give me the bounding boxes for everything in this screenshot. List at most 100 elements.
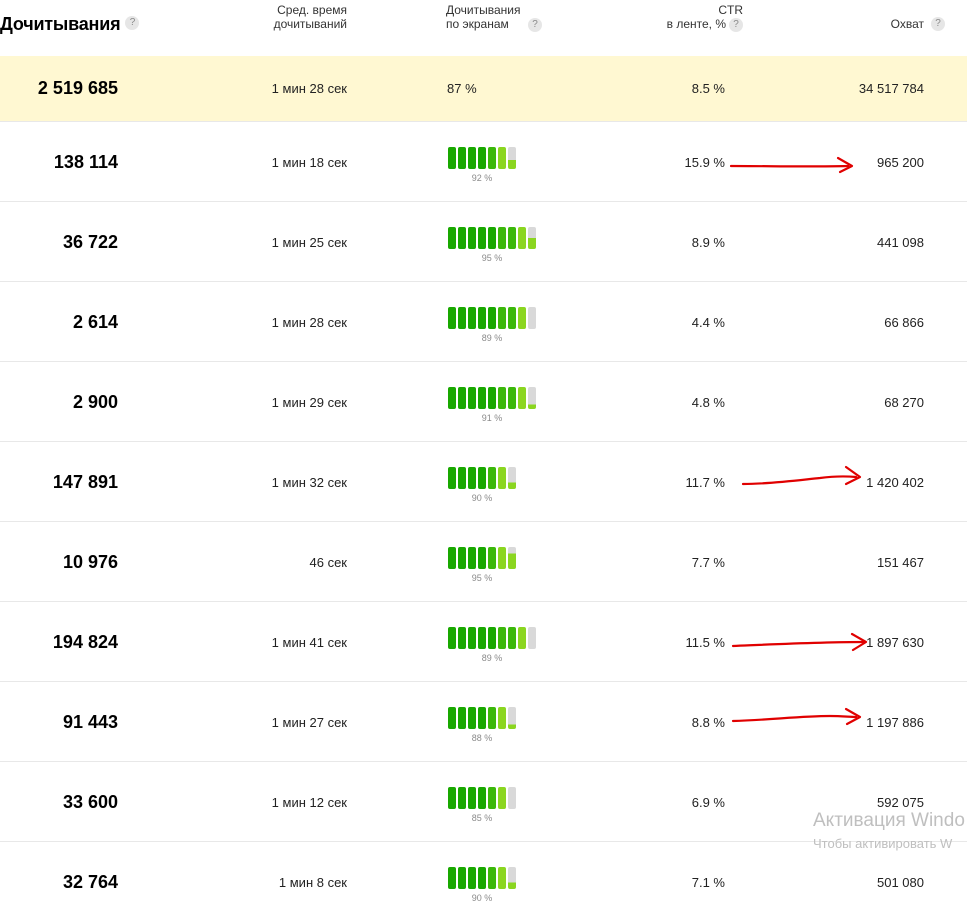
screen-bar bbox=[498, 467, 506, 489]
screen-bar bbox=[468, 627, 476, 649]
screen-bar bbox=[448, 867, 456, 889]
row-ctr: 8.9 % bbox=[692, 235, 725, 250]
screen-bar bbox=[468, 147, 476, 169]
screen-bar bbox=[508, 707, 516, 729]
screen-bar bbox=[518, 387, 526, 409]
column-header-reads-label: Дочитывания bbox=[0, 14, 120, 34]
row-avg-time: 1 мин 25 сек bbox=[272, 235, 347, 250]
column-header-reach[interactable]: Охват ? bbox=[824, 17, 924, 31]
screen-bar bbox=[478, 387, 486, 409]
table-row[interactable]: 194 824 1 мин 41 сек 11.5 % 1 897 630 89 % bbox=[0, 601, 967, 682]
column-header-avg-time[interactable]: Сред. время дочитываний bbox=[227, 3, 347, 31]
total-ctr: 8.5 % bbox=[692, 81, 725, 96]
screen-bar bbox=[448, 627, 456, 649]
row-avg-time: 1 мин 12 сек bbox=[272, 795, 347, 810]
screen-bar bbox=[498, 707, 506, 729]
screen-bar bbox=[508, 627, 516, 649]
table-row[interactable]: 32 7641 мин 8 сек7.1 %501 08090 % bbox=[0, 841, 967, 922]
screens-pct: 89 % bbox=[462, 653, 522, 663]
row-reads: 2 900 bbox=[73, 392, 118, 413]
screen-bar bbox=[458, 787, 466, 809]
screen-bar bbox=[468, 307, 476, 329]
screen-bar bbox=[448, 547, 456, 569]
screen-bar bbox=[488, 627, 496, 649]
row-reach: 1 197 886 bbox=[866, 715, 924, 730]
row-ctr: 8.8 % bbox=[692, 715, 725, 730]
screen-bar bbox=[478, 467, 486, 489]
row-ctr: 6.9 % bbox=[692, 795, 725, 810]
screen-bar bbox=[498, 867, 506, 889]
screen-bar bbox=[498, 227, 506, 249]
screen-bar bbox=[488, 387, 496, 409]
screen-bar bbox=[468, 867, 476, 889]
screen-bar bbox=[448, 707, 456, 729]
table-row[interactable]: 138 1141 мин 18 сек15.9 %965 20092 % bbox=[0, 121, 967, 202]
screen-bar bbox=[478, 547, 486, 569]
row-reach: 151 467 bbox=[877, 555, 924, 570]
screen-bar bbox=[508, 867, 516, 889]
screen-bar bbox=[508, 547, 516, 569]
screen-bar bbox=[488, 467, 496, 489]
screen-bar bbox=[478, 787, 486, 809]
screen-bar bbox=[528, 307, 536, 329]
screen-bar bbox=[498, 387, 506, 409]
row-avg-time: 46 сек bbox=[310, 555, 348, 570]
screen-bar bbox=[488, 147, 496, 169]
total-row: 2 519 685 1 мин 28 сек 87 % 8.5 % 34 517… bbox=[0, 56, 967, 121]
screen-bar bbox=[528, 627, 536, 649]
help-icon[interactable]: ? bbox=[528, 18, 542, 32]
screen-bar bbox=[448, 227, 456, 249]
help-icon[interactable]: ? bbox=[729, 18, 743, 32]
row-reads: 147 891 bbox=[53, 472, 118, 493]
screen-bar bbox=[478, 147, 486, 169]
row-reads: 32 764 bbox=[63, 872, 118, 893]
column-header-reads[interactable]: Дочитывания? bbox=[0, 14, 139, 35]
screen-bar bbox=[478, 307, 486, 329]
screen-bar bbox=[468, 787, 476, 809]
screens-pct: 90 % bbox=[452, 893, 512, 903]
screens-pct: 85 % bbox=[452, 813, 512, 823]
screen-bar bbox=[528, 227, 536, 249]
screen-bar bbox=[498, 307, 506, 329]
table-row[interactable]: 147 8911 мин 32 сек11.7 %1 420 40290 % bbox=[0, 441, 967, 522]
screen-bar bbox=[458, 627, 466, 649]
row-reach: 1 897 630 bbox=[866, 635, 924, 650]
screen-bar bbox=[458, 387, 466, 409]
screen-bar bbox=[498, 147, 506, 169]
screen-bar bbox=[448, 147, 456, 169]
column-header-ctr-line2: в ленте, % bbox=[667, 17, 726, 31]
table-row[interactable]: 91 4431 мин 27 сек8.8 %1 197 88688 % bbox=[0, 681, 967, 762]
table-row[interactable]: 2 6141 мин 28 сек4.4 %66 86689 % bbox=[0, 281, 967, 362]
column-header-screens-line2: по экранам bbox=[446, 17, 586, 31]
screen-bar bbox=[468, 387, 476, 409]
screen-bar bbox=[508, 147, 516, 169]
screen-bar bbox=[458, 547, 466, 569]
table-row[interactable]: 36 7221 мин 25 сек8.9 %441 09895 % bbox=[0, 201, 967, 282]
row-avg-time: 1 мин 18 сек bbox=[272, 155, 347, 170]
screen-bar bbox=[468, 707, 476, 729]
screen-bar bbox=[488, 227, 496, 249]
table-row[interactable]: 2 9001 мин 29 сек4.8 %68 27091 % bbox=[0, 361, 967, 442]
screen-bar bbox=[448, 387, 456, 409]
row-reads: 194 824 bbox=[53, 632, 118, 653]
screen-bar bbox=[478, 627, 486, 649]
screen-bar bbox=[498, 627, 506, 649]
screen-bar bbox=[478, 227, 486, 249]
row-avg-time: 1 мин 41 сек bbox=[272, 635, 347, 650]
row-avg-time: 1 мин 27 сек bbox=[272, 715, 347, 730]
column-header-screens[interactable]: Дочитывания по экранам ? bbox=[446, 3, 586, 31]
help-icon[interactable]: ? bbox=[125, 16, 139, 30]
column-header-screens-line1: Дочитывания bbox=[446, 3, 586, 17]
screen-bar bbox=[468, 227, 476, 249]
help-icon[interactable]: ? bbox=[931, 17, 945, 31]
screen-bar bbox=[498, 787, 506, 809]
row-reach: 592 075 bbox=[877, 795, 924, 810]
row-ctr: 11.5 % bbox=[685, 635, 725, 650]
column-header-ctr[interactable]: CTR в ленте, %? bbox=[643, 3, 743, 32]
table-row[interactable]: 10 97646 сек7.7 %151 46795 % bbox=[0, 521, 967, 602]
row-reads: 10 976 bbox=[63, 552, 118, 573]
screen-bar bbox=[528, 387, 536, 409]
row-avg-time: 1 мин 8 сек bbox=[279, 875, 347, 890]
row-reads: 2 614 bbox=[73, 312, 118, 333]
screen-bar bbox=[468, 467, 476, 489]
